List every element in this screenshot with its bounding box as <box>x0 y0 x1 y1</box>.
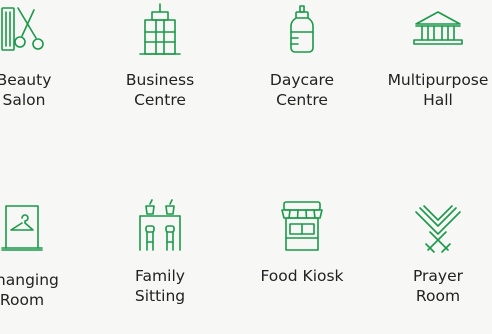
amenity-food-kiosk[interactable]: Food Kiosk <box>237 198 367 286</box>
amenity-beauty-salon[interactable]: Beauty Salon <box>0 2 89 110</box>
amenity-label: Food Kiosk <box>260 267 344 285</box>
office-building-icon <box>132 2 188 58</box>
amenity-label: Family Sitting <box>134 267 186 305</box>
amenities-grid: Beauty Salon Business Centre Daycare Cen… <box>0 0 492 334</box>
kiosk-icon <box>274 198 330 254</box>
amenity-business-centre[interactable]: Business Centre <box>95 2 225 110</box>
amenity-label: Daycare Centre <box>269 71 335 109</box>
amenity-label: Business Centre <box>125 71 195 109</box>
scissors-comb-icon <box>0 2 52 58</box>
amenity-multipurpose-hall[interactable]: Multipurpose Hall <box>373 2 492 110</box>
baby-bottle-icon <box>274 2 330 58</box>
amenity-prayer-room[interactable]: Prayer Room <box>373 198 492 306</box>
amenity-label: Changing Room <box>0 271 59 309</box>
amenity-label: Beauty Salon <box>0 71 52 109</box>
amenity-changing-room[interactable]: Changing Room <box>0 202 87 310</box>
amenity-label: Multipurpose Hall <box>387 71 489 109</box>
hanger-icon <box>0 202 50 258</box>
bar-stools-icon <box>132 198 188 254</box>
quran-stand-icon <box>410 198 466 254</box>
hall-building-icon <box>410 2 466 58</box>
amenity-label: Prayer Room <box>412 267 464 305</box>
amenity-family-sitting[interactable]: Family Sitting <box>95 198 225 306</box>
amenity-daycare-centre[interactable]: Daycare Centre <box>237 2 367 110</box>
